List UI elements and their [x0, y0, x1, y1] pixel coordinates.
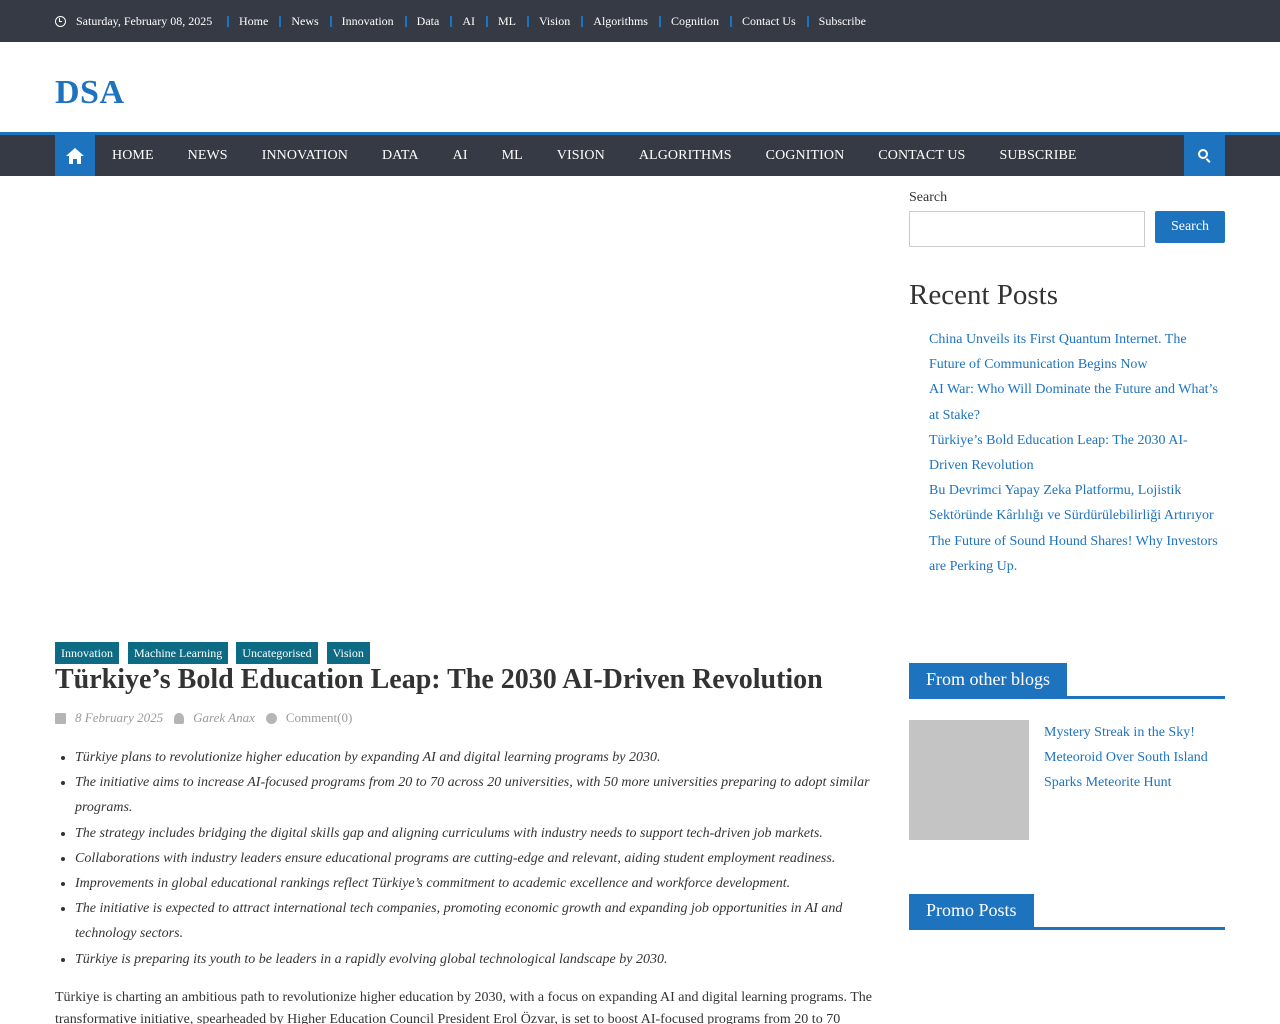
promo-posts-title: Promo Posts — [909, 894, 1034, 927]
category-tag[interactable]: Innovation — [55, 642, 119, 664]
nav-cognition[interactable]: Cognition — [766, 148, 845, 164]
nav-ml[interactable]: ML — [502, 148, 523, 164]
date-text: Saturday, February 08, 2025 — [76, 13, 213, 28]
recent-post-link[interactable]: China Unveils its First Quantum Internet… — [929, 327, 1225, 377]
recent-posts-title: Recent Posts — [909, 279, 1059, 311]
clock-icon — [55, 15, 66, 27]
divider — [581, 15, 584, 27]
other-blogs-widget-title: From other blogs — [909, 663, 1225, 699]
highlight-item: Türkiye is preparing its youth to be lea… — [75, 947, 875, 972]
nav-search-button[interactable] — [1184, 135, 1225, 176]
top-nav-contact[interactable]: Contact Us — [719, 14, 796, 29]
nav-innovation[interactable]: Innovation — [262, 148, 348, 164]
search-icon — [1197, 148, 1212, 163]
nav-data[interactable]: Data — [382, 148, 419, 164]
recent-post-link[interactable]: AI War: Who Will Dominate the Future and… — [929, 377, 1225, 427]
highlight-item: Improvements in global educational ranki… — [75, 871, 875, 896]
recent-post-link[interactable]: Türkiye’s Bold Education Leap: The 2030 … — [929, 428, 1225, 478]
highlight-item: Türkiye plans to revolutionize higher ed… — [75, 745, 875, 770]
recent-posts-list: China Unveils its First Quantum Internet… — [929, 327, 1225, 579]
site-logo[interactable]: DSA — [55, 74, 125, 112]
divider — [658, 15, 661, 27]
highlight-item: The initiative aims to increase AI-focus… — [75, 770, 875, 820]
top-nav-innovation[interactable]: Innovation — [319, 14, 394, 29]
main-nav-items: Home News Innovation Data AI ML Vision A… — [112, 135, 1111, 176]
nav-home[interactable]: Home — [112, 148, 154, 164]
divider — [729, 15, 732, 27]
search-input[interactable] — [909, 211, 1145, 247]
calendar-icon — [55, 712, 66, 724]
divider — [526, 15, 529, 27]
category-tag[interactable]: Uncategorised — [236, 642, 318, 664]
nav-vision[interactable]: Vision — [557, 148, 605, 164]
home-button[interactable] — [55, 135, 95, 176]
top-nav-news[interactable]: News — [268, 14, 319, 29]
top-nav-ml[interactable]: ML — [475, 14, 516, 29]
nav-ai[interactable]: AI — [453, 148, 468, 164]
highlight-item: Collaborations with industry leaders ens… — [75, 846, 875, 871]
nav-algorithms[interactable]: Algorithms — [639, 148, 732, 164]
top-nav-vision[interactable]: Vision — [516, 14, 570, 29]
search-label: Search — [909, 190, 948, 205]
top-bar: Saturday, February 08, 2025 Home News In… — [0, 0, 1280, 42]
highlight-item: The initiative is expected to attract in… — [75, 896, 875, 946]
comment-icon — [265, 712, 277, 724]
divider — [450, 15, 453, 27]
article-highlights: Türkiye plans to revolutionize higher ed… — [75, 745, 875, 972]
promo-widget-title: Promo Posts — [909, 894, 1225, 930]
recent-post-link[interactable]: The Future of Sound Hound Shares! Why In… — [929, 529, 1225, 579]
nav-news[interactable]: News — [188, 148, 228, 164]
top-nav-cognition[interactable]: Cognition — [648, 14, 719, 29]
post-date[interactable]: 8 February 2025 — [75, 710, 163, 726]
date-display: Saturday, February 08, 2025 — [55, 12, 212, 30]
top-nav-data[interactable]: Data — [394, 14, 439, 29]
top-nav-subscribe[interactable]: Subscribe — [796, 14, 866, 29]
category-tag[interactable]: Vision — [326, 642, 370, 664]
recent-post-link[interactable]: Bu Devrimci Yapay Zeka Platformu, Lojist… — [929, 478, 1225, 528]
divider — [485, 15, 488, 27]
divider — [329, 15, 332, 27]
user-icon — [174, 712, 185, 724]
article-meta: 8 February 2025 Garek Anax Comment(0) — [55, 709, 352, 727]
search-button[interactable]: Search — [1155, 211, 1225, 243]
home-icon — [66, 147, 84, 164]
divider — [279, 15, 282, 27]
blog-thumbnail[interactable] — [909, 720, 1029, 840]
post-author[interactable]: Garek Anax — [193, 710, 255, 726]
comment-count[interactable]: Comment(0) — [286, 710, 352, 726]
divider — [806, 15, 809, 27]
divider — [227, 15, 229, 27]
article-title: Türkiye’s Bold Education Leap: The 2030 … — [55, 664, 823, 695]
top-nav-algorithms[interactable]: Algorithms — [570, 14, 648, 29]
top-nav-ai[interactable]: AI — [439, 14, 475, 29]
nav-contact[interactable]: Contact Us — [878, 148, 965, 164]
highlight-item: The strategy includes bridging the digit… — [75, 821, 875, 846]
other-blog-post-link[interactable]: Mystery Streak in the Sky! Meteoroid Ove… — [1044, 720, 1225, 795]
top-nav: Home News Innovation Data AI ML Vision A… — [226, 12, 866, 30]
nav-subscribe[interactable]: Subscribe — [999, 148, 1076, 164]
other-blogs-title: From other blogs — [909, 663, 1067, 696]
divider — [404, 15, 407, 27]
main-nav: Home News Innovation Data AI ML Vision A… — [0, 132, 1280, 176]
category-tags: Innovation Machine Learning Uncategorise… — [55, 642, 379, 664]
category-tag[interactable]: Machine Learning — [128, 642, 229, 664]
article-body: Türkiye is charting an ambitious path to… — [55, 990, 872, 1024]
top-nav-home[interactable]: Home — [226, 14, 268, 29]
